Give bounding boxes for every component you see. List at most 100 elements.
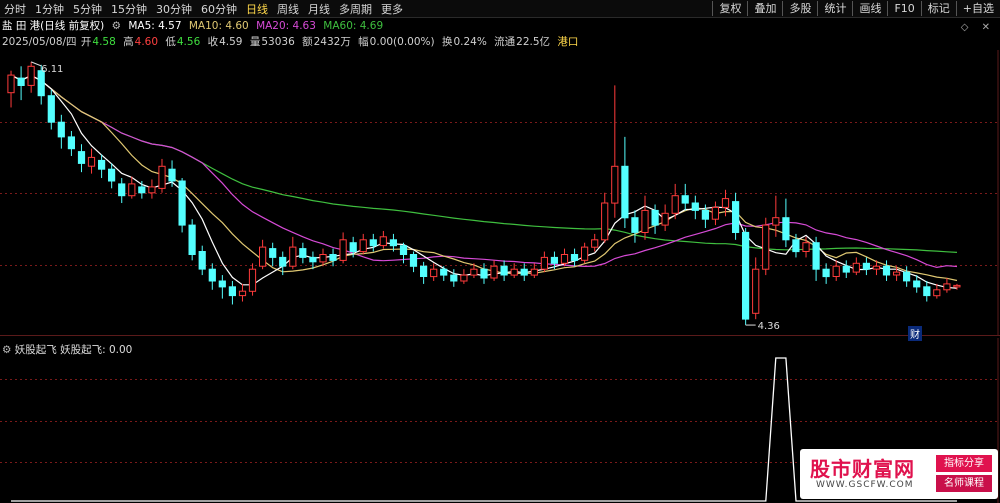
candle-72 <box>732 192 740 240</box>
toolbar-button-0[interactable]: 复权 <box>712 1 747 16</box>
toolbar-button-6[interactable]: 标记 <box>920 1 956 16</box>
candle-1 <box>17 66 25 101</box>
candle-59 <box>601 192 609 243</box>
candle-body <box>792 239 800 253</box>
candle-body <box>158 165 166 189</box>
period-tab-7[interactable]: 周线 <box>277 1 299 17</box>
candle-63 <box>641 195 649 240</box>
candlestick-chart[interactable]: 6.11 4.36 <box>0 50 1000 336</box>
candle-80 <box>812 236 820 281</box>
period-tab-0[interactable]: 分时 <box>4 1 26 17</box>
candle-93 <box>943 278 951 293</box>
period-tab-10[interactable]: 更多 <box>381 1 403 17</box>
period-tab-6[interactable]: 日线 <box>246 1 268 17</box>
candle-body <box>259 246 267 267</box>
candle-10 <box>108 163 116 189</box>
candle-22 <box>228 280 237 305</box>
candle-70 <box>711 201 719 226</box>
candle-62 <box>631 210 639 243</box>
candle-body <box>862 262 870 270</box>
candle-body <box>681 195 689 204</box>
quote-sector: 港口 <box>557 36 579 48</box>
close-icon[interactable]: ✕ <box>982 22 990 33</box>
quote-close: 4.59 <box>219 36 243 48</box>
watermark-url: WWW.GSCFW.COM <box>816 480 914 490</box>
period-tab-1[interactable]: 1分钟 <box>35 1 64 17</box>
candle-body <box>490 265 498 279</box>
diamond-icon[interactable]: ◇ <box>961 22 969 33</box>
candle-5 <box>57 114 65 149</box>
period-tab-2[interactable]: 5分钟 <box>73 1 102 17</box>
candle-18 <box>188 219 196 261</box>
candle-68 <box>691 195 699 220</box>
candle-body <box>832 265 840 277</box>
period-tab-5[interactable]: 60分钟 <box>201 1 237 17</box>
candle-body <box>148 186 156 194</box>
candle-body <box>208 268 216 282</box>
candle-body <box>520 268 528 276</box>
candle-65 <box>661 204 669 231</box>
candle-body <box>913 280 921 288</box>
quote-high: 4.60 <box>134 36 159 48</box>
candle-body <box>339 239 347 261</box>
candle-12 <box>128 176 136 199</box>
candle-28 <box>289 236 297 270</box>
candle-7 <box>77 144 86 173</box>
candle-body <box>238 290 247 297</box>
candle-body <box>500 265 508 276</box>
period-tab-4[interactable]: 30分钟 <box>156 1 192 17</box>
candle-body <box>299 248 307 258</box>
candle-body <box>591 239 599 248</box>
candle-body <box>248 268 257 292</box>
candle-body <box>852 262 860 273</box>
candle-91 <box>923 280 931 302</box>
candle-body <box>903 271 911 282</box>
stock-name: 盐 田 港(日线 前复权) <box>2 20 105 32</box>
toolbar-button-3[interactable]: 统计 <box>817 1 852 16</box>
candle-45 <box>460 269 468 284</box>
toolbar-button-5[interactable]: F10 <box>887 1 920 16</box>
period-tabs: 分时 1分钟 5分钟 15分钟 30分钟 60分钟 日线 周线 月线 多周期 更多 <box>4 0 403 17</box>
candle-body <box>389 239 397 247</box>
candle-57 <box>581 242 589 264</box>
candle-body <box>933 289 941 297</box>
period-tab-8[interactable]: 月线 <box>308 1 330 17</box>
toolbar-button-7[interactable]: +自选 <box>955 1 1000 16</box>
candle-2 <box>27 61 35 93</box>
candle-body <box>540 256 548 270</box>
candle-body <box>98 159 106 170</box>
candle-37 <box>379 230 387 249</box>
candle-body <box>732 201 740 234</box>
candle-body <box>450 274 458 282</box>
candle-24 <box>248 263 257 296</box>
candle-53 <box>540 251 548 273</box>
settings-icon[interactable]: ⚙ <box>112 20 121 32</box>
candle-58 <box>591 233 599 252</box>
period-tab-3[interactable]: 15分钟 <box>111 1 147 17</box>
candle-body <box>198 251 206 270</box>
candle-body <box>923 286 931 297</box>
candle-body <box>27 65 35 86</box>
candle-body <box>711 206 719 220</box>
candle-body <box>752 268 760 314</box>
candle-body <box>57 121 65 138</box>
finance-mark[interactable]: 财 <box>908 326 922 341</box>
toolbar-button-2[interactable]: 多股 <box>782 1 817 16</box>
period-tab-9[interactable]: 多周期 <box>339 1 372 17</box>
candle-21 <box>218 275 226 299</box>
candle-82 <box>832 260 840 281</box>
watermark-main: 股市财富网 <box>810 457 915 481</box>
candle-body <box>480 268 488 279</box>
toolbar-button-4[interactable]: 画线 <box>852 1 887 16</box>
candle-body <box>430 268 438 278</box>
candle-body <box>319 254 327 263</box>
candle-body <box>651 209 659 226</box>
candle-body <box>822 268 830 278</box>
candle-body <box>510 268 518 276</box>
candle-33 <box>339 232 347 264</box>
candle-48 <box>490 260 498 281</box>
toolbar-button-1[interactable]: 叠加 <box>747 1 782 16</box>
candle-body <box>228 286 237 297</box>
candle-body <box>269 248 277 258</box>
candle-14 <box>148 179 156 199</box>
